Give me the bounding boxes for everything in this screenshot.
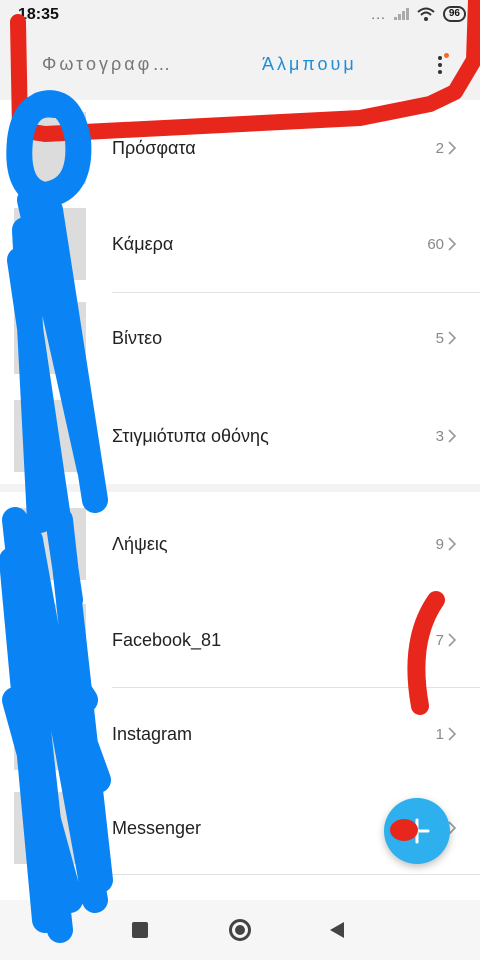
square-icon[interactable] xyxy=(132,922,148,938)
wifi-icon xyxy=(417,7,435,21)
signal-icon xyxy=(393,8,409,20)
album-count: 7 xyxy=(435,632,444,649)
battery-indicator: 96 xyxy=(442,6,466,22)
add-album-button[interactable] xyxy=(384,798,450,864)
section-divider xyxy=(0,484,480,492)
notification-dot xyxy=(444,53,449,58)
add-icon xyxy=(404,818,430,844)
chevron-right-icon xyxy=(448,331,457,345)
album-name: Facebook_81 xyxy=(112,630,222,650)
album-row-recent[interactable]: Πρόσφατα 2 xyxy=(0,100,480,196)
album-count: 9 xyxy=(435,536,444,553)
chevron-right-icon xyxy=(448,141,457,155)
album-thumbnail xyxy=(14,112,86,184)
album-thumbnail xyxy=(14,604,86,676)
album-count: 2 xyxy=(435,140,444,157)
divider xyxy=(112,874,480,875)
album-name: Λήψεις xyxy=(112,534,168,554)
album-row-instagram[interactable]: Instagram 1 xyxy=(0,686,480,782)
album-name: Πρόσφατα xyxy=(112,138,196,158)
home-circle-icon[interactable] xyxy=(229,919,251,941)
tab-albums[interactable]: Άλμπουμ xyxy=(262,54,357,75)
album-name: Instagram xyxy=(112,724,193,744)
album-count: 5 xyxy=(435,330,444,347)
album-thumbnail xyxy=(14,508,86,580)
album-name: Στιγμιότυπα οθόνης xyxy=(112,426,269,446)
album-name: Messenger xyxy=(112,818,202,838)
album-thumbnail xyxy=(14,698,86,770)
system-nav-bar xyxy=(0,900,480,960)
album-row-video[interactable]: Βίντεο 5 xyxy=(0,290,480,386)
album-thumbnail xyxy=(14,302,86,374)
album-row-camera[interactable]: Κάμερα 60 xyxy=(0,196,480,292)
status-time: 18:35 xyxy=(18,6,59,23)
tab-photos[interactable]: Φωτογραφ… xyxy=(42,54,173,75)
album-row-facebook[interactable]: Facebook_81 7 xyxy=(0,592,480,688)
chevron-right-icon xyxy=(448,429,457,443)
back-triangle-icon[interactable] xyxy=(330,922,344,938)
signal-dots: ... xyxy=(371,6,386,22)
chevron-right-icon xyxy=(448,727,457,741)
album-name: Βίντεο xyxy=(112,328,163,348)
chevron-right-icon xyxy=(448,237,457,251)
album-thumbnail xyxy=(14,208,86,280)
album-row-screenshots[interactable]: Στιγμιότυπα οθόνης 3 xyxy=(0,388,480,484)
album-count: 60 xyxy=(427,236,444,253)
album-thumbnail xyxy=(14,400,86,472)
album-count: 1 xyxy=(435,726,444,743)
album-thumbnail xyxy=(14,792,86,864)
album-count: 3 xyxy=(435,428,444,445)
chevron-right-icon xyxy=(448,633,457,647)
app-bar: Φωτογραφ… Άλμπουμ xyxy=(0,30,480,100)
album-name: Κάμερα xyxy=(112,234,174,254)
album-row-downloads[interactable]: Λήψεις 9 xyxy=(0,496,480,592)
more-vertical-icon[interactable] xyxy=(430,50,450,80)
status-icons: ... 96 xyxy=(371,6,466,22)
status-bar: 18:35 ... 96 xyxy=(0,0,480,30)
chevron-right-icon xyxy=(448,537,457,551)
